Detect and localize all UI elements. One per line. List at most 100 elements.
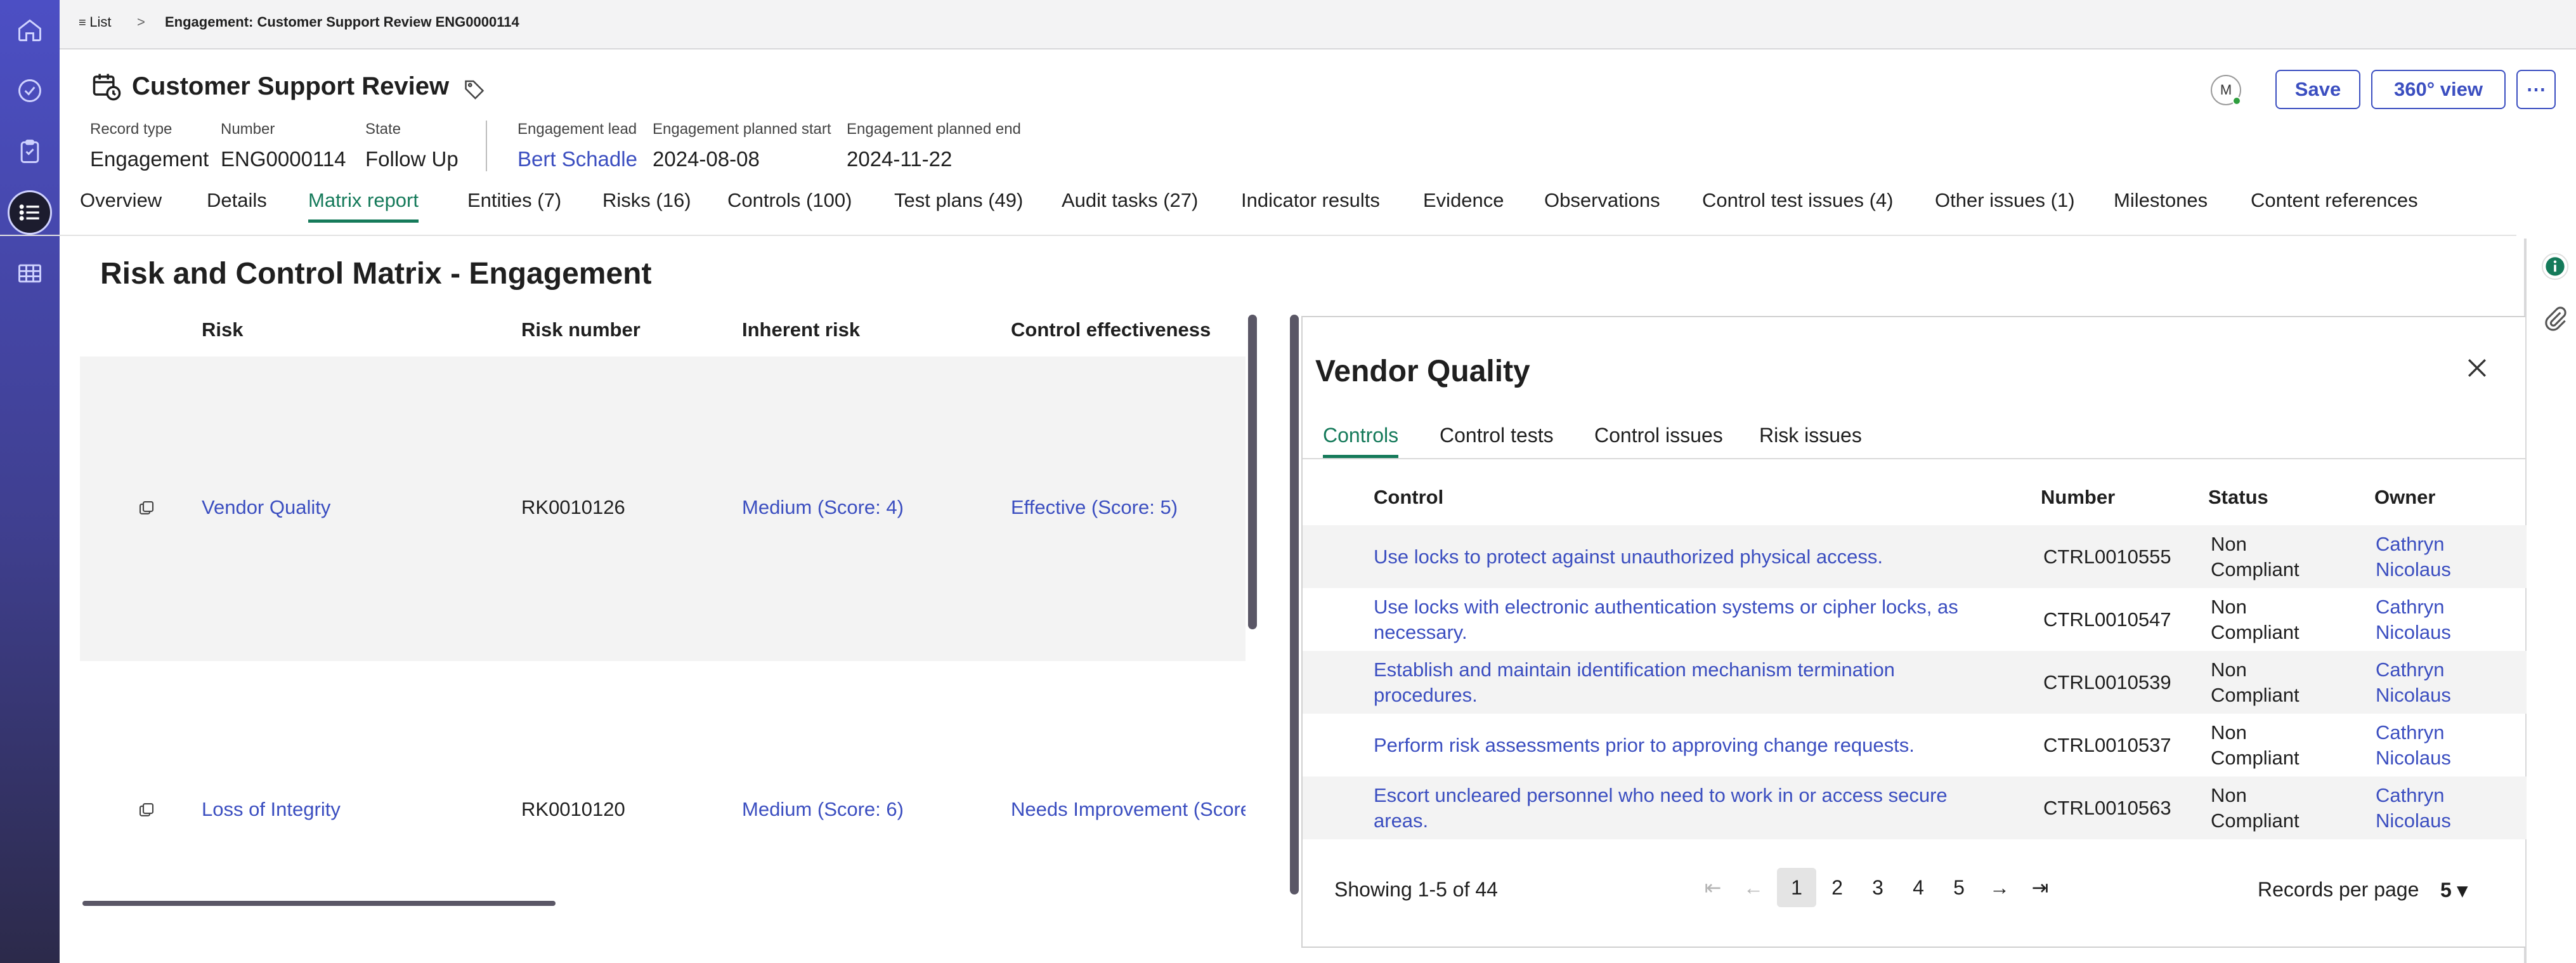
next-page-icon[interactable]: →: [1980, 868, 2019, 907]
home-icon[interactable]: [14, 14, 46, 46]
inherent-risk-link[interactable]: Medium (Score: 6): [742, 798, 904, 821]
divider: [486, 121, 487, 171]
page-5-button[interactable]: 5: [1939, 868, 1979, 907]
column-header-status[interactable]: Status: [2208, 486, 2268, 509]
table-row[interactable]: Establish and maintain identification me…: [1303, 651, 2527, 714]
control-status: Non Compliant: [2211, 596, 2300, 643]
page-2-button[interactable]: 2: [1818, 868, 1857, 907]
column-header-control-effectiveness[interactable]: Control effectiveness: [1011, 318, 1211, 341]
tab-risks[interactable]: Risks (16): [602, 189, 691, 219]
panel-tab-controls[interactable]: Controls: [1323, 424, 1399, 458]
save-button[interactable]: Save: [2275, 70, 2360, 109]
avatar[interactable]: M: [2211, 75, 2241, 105]
control-number: CTRL0010563: [2043, 797, 2171, 819]
panel-scrollbar[interactable]: [1290, 315, 1299, 894]
control-link[interactable]: Use locks with electronic authentication…: [1374, 594, 2008, 645]
page-3-button[interactable]: 3: [1858, 868, 1897, 907]
panel-tab-control-issues[interactable]: Control issues: [1594, 424, 1723, 455]
paperclip-icon[interactable]: [2542, 305, 2570, 332]
tab-evidence[interactable]: Evidence: [1423, 189, 1504, 219]
column-header-risk-number[interactable]: Risk number: [521, 318, 641, 341]
expand-icon[interactable]: [137, 499, 156, 518]
vertical-scrollbar[interactable]: [1248, 315, 1257, 629]
control-link[interactable]: Escort uncleared personnel who need to w…: [1374, 783, 1982, 834]
panel-tab-control-tests[interactable]: Control tests: [1440, 424, 1554, 455]
detail-panel: Vendor Quality Controls Control tests Co…: [1301, 316, 2527, 948]
column-header-number[interactable]: Number: [2041, 486, 2115, 509]
tab-details[interactable]: Details: [207, 189, 267, 219]
table-row[interactable]: Use locks to protect against unauthorize…: [1303, 525, 2527, 588]
tab-control-test-issues[interactable]: Control test issues (4): [1702, 189, 1894, 219]
records-per-page-select[interactable]: 5 ▾: [2440, 878, 2468, 902]
control-effectiveness-link[interactable]: Effective (Score: 5): [1011, 496, 1178, 519]
table-row[interactable]: Loss of Integrity RK0010120 Medium (Scor…: [80, 661, 1246, 898]
table-icon[interactable]: [14, 258, 46, 289]
breadcrumb: ≡ List > Engagement: Customer Support Re…: [60, 0, 2576, 49]
owner-link[interactable]: Cathryn Nicolaus: [2376, 532, 2464, 582]
list-icon[interactable]: [8, 190, 52, 235]
risk-link[interactable]: Vendor Quality: [202, 496, 330, 519]
more-actions-button[interactable]: ⋯: [2516, 70, 2556, 109]
panel-tab-risk-issues[interactable]: Risk issues: [1759, 424, 1862, 455]
column-header-owner[interactable]: Owner: [2374, 486, 2435, 509]
tab-observations[interactable]: Observations: [1544, 189, 1660, 219]
record-header: Customer Support Review Record type Enga…: [60, 51, 2576, 239]
tab-overview[interactable]: Overview: [80, 189, 162, 219]
control-number: CTRL0010555: [2043, 546, 2171, 568]
pagination-summary: Showing 1-5 of 44: [1334, 878, 1498, 901]
panel-tabs: Controls Control tests Control issues Ri…: [1303, 424, 2527, 459]
horizontal-scrollbar[interactable]: [82, 901, 556, 906]
owner-link[interactable]: Cathryn Nicolaus: [2376, 720, 2464, 771]
field-record-type: Record type Engagement: [90, 121, 209, 171]
breadcrumb-list-link[interactable]: ≡ List: [79, 14, 111, 30]
column-header-control[interactable]: Control: [1374, 486, 1443, 509]
owner-link[interactable]: Cathryn Nicolaus: [2376, 594, 2464, 645]
check-circle-icon[interactable]: [14, 75, 46, 107]
table-row[interactable]: Perform risk assessments prior to approv…: [1303, 714, 2527, 776]
table-row[interactable]: Use locks with electronic authentication…: [1303, 588, 2527, 651]
column-header-inherent-risk[interactable]: Inherent risk: [742, 318, 860, 341]
table-row[interactable]: Vendor Quality RK0010126 Medium (Score: …: [80, 357, 1246, 661]
inherent-risk-link[interactable]: Medium (Score: 4): [742, 496, 904, 519]
engagement-lead-link[interactable]: Bert Schadle: [517, 147, 637, 171]
page-4-button[interactable]: 4: [1899, 868, 1938, 907]
panel-title: Vendor Quality: [1315, 355, 1530, 388]
tab-entities[interactable]: Entities (7): [467, 189, 561, 219]
control-number: CTRL0010547: [2043, 608, 2171, 631]
owner-link[interactable]: Cathryn Nicolaus: [2376, 783, 2464, 834]
page-1-button[interactable]: 1: [1777, 868, 1816, 907]
column-header-risk[interactable]: Risk: [202, 318, 243, 341]
tab-controls[interactable]: Controls (100): [727, 189, 852, 219]
tab-audit-tasks[interactable]: Audit tasks (27): [1062, 189, 1198, 219]
control-link[interactable]: Establish and maintain identification me…: [1374, 657, 1982, 708]
expand-icon[interactable]: [137, 801, 156, 820]
tab-indicator-results[interactable]: Indicator results: [1241, 189, 1380, 219]
tab-test-plans[interactable]: Test plans (49): [894, 189, 1023, 219]
tab-other-issues[interactable]: Other issues (1): [1935, 189, 2075, 219]
risk-link[interactable]: Loss of Integrity: [202, 798, 341, 821]
tab-milestones[interactable]: Milestones: [2114, 189, 2208, 219]
control-number: CTRL0010537: [2043, 734, 2171, 756]
close-icon[interactable]: [2463, 354, 2491, 382]
control-effectiveness-link[interactable]: Needs Improvement (Score: [1011, 798, 1246, 821]
risk-matrix-grid: Risk Risk number Inherent risk Control e…: [80, 315, 1246, 898]
field-engagement-lead: Engagement lead Bert Schadle: [517, 121, 637, 171]
first-page-icon[interactable]: ⇤: [1693, 868, 1733, 907]
field-state: State Follow Up: [365, 121, 459, 171]
view-360-button[interactable]: 360° view: [2371, 70, 2506, 109]
tab-content-references[interactable]: Content references: [2251, 189, 2418, 219]
nav-rail: [0, 0, 60, 963]
info-icon[interactable]: [2541, 252, 2569, 280]
records-per-page-label: Records per page: [2258, 878, 2419, 901]
tab-matrix-report[interactable]: Matrix report: [308, 189, 419, 223]
record-tabs: Overview Details Matrix report Entities …: [60, 189, 2520, 225]
owner-link[interactable]: Cathryn Nicolaus: [2376, 657, 2464, 708]
control-status: Non Compliant: [2211, 658, 2300, 706]
last-page-icon[interactable]: ⇥: [2020, 868, 2060, 907]
prev-page-icon[interactable]: ←: [1734, 868, 1773, 907]
control-link[interactable]: Perform risk assessments prior to approv…: [1374, 733, 2008, 758]
control-link[interactable]: Use locks to protect against unauthorize…: [1374, 544, 2008, 570]
clipboard-icon[interactable]: [14, 136, 46, 167]
table-row[interactable]: Escort uncleared personnel who need to w…: [1303, 776, 2527, 839]
tag-icon[interactable]: [463, 77, 486, 100]
